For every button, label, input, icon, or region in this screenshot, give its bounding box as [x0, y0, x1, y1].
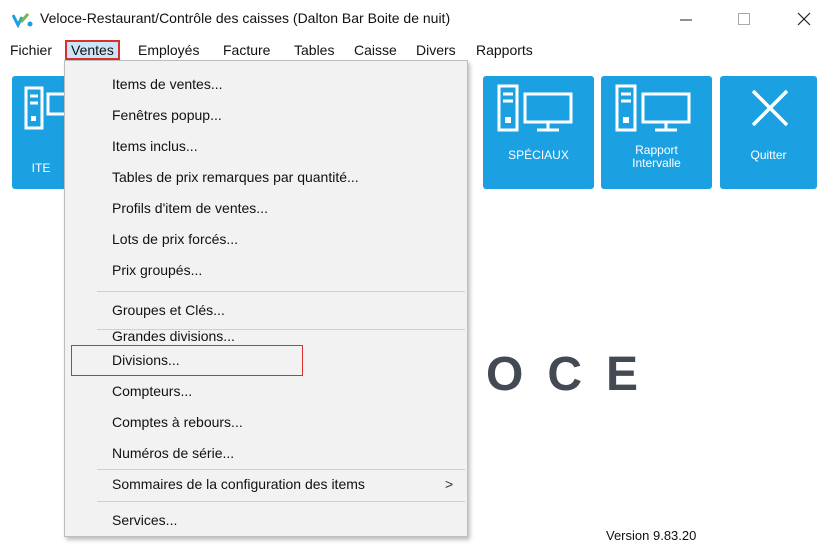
app-logo-icon [12, 13, 33, 28]
menu-item-grandes-divisions[interactable]: Grandes divisions... [65, 314, 467, 344]
menu-separator [97, 501, 465, 502]
menu-item-profils-item[interactable]: Profils d'item de ventes... [65, 193, 467, 223]
close-icon [751, 89, 789, 127]
menu-item-numeros-de-serie[interactable]: Numéros de série... [65, 438, 467, 468]
menu-fichier[interactable]: Fichier [6, 40, 56, 60]
menu-item-sommaires-configuration[interactable]: Sommaires de la configuration des items > [65, 468, 467, 498]
menu-bar: Fichier Ventes Employés Facture Tables C… [0, 38, 817, 62]
title-bar: Veloce-Restaurant/Contrôle des caisses (… [0, 0, 817, 38]
menu-item-label: Prix groupés... [112, 262, 203, 278]
tile-items-label: ITE [31, 161, 51, 175]
maximize-icon [738, 13, 750, 25]
menu-item-label: Compteurs... [112, 383, 193, 399]
menu-item-label: Numéros de série... [112, 445, 235, 461]
menu-item-services[interactable]: Services... [65, 505, 467, 535]
menu-item-label: Profils d'item de ventes... [112, 200, 268, 216]
tile-rapport-label: Rapport Intervalle [601, 144, 712, 170]
window-title: Veloce-Restaurant/Contrôle des caisses (… [40, 10, 451, 26]
menu-item-label: Sommaires de la configuration des items [112, 476, 365, 492]
tile-items[interactable]: ITE [12, 76, 74, 189]
menu-caisse[interactable]: Caisse [350, 40, 401, 60]
menu-item-label: Items de ventes... [112, 76, 223, 92]
tile-quitter[interactable]: Quitter [720, 76, 817, 189]
menu-facture[interactable]: Facture [219, 40, 274, 60]
menu-item-prix-groupes[interactable]: Prix groupés... [65, 255, 467, 285]
version-label: Version 9.83.20 [606, 528, 697, 543]
menu-item-lots-de-prix[interactable]: Lots de prix forcés... [65, 224, 467, 254]
menu-item-items-inclus[interactable]: Items inclus... [65, 131, 467, 161]
close-button[interactable] [784, 6, 817, 32]
tile-quitter-label: Quitter [750, 148, 787, 162]
close-icon [797, 12, 811, 26]
menu-item-label: Tables de prix remarques par quantité... [112, 169, 359, 185]
menu-item-comptes-a-rebours[interactable]: Comptes à rebours... [65, 407, 467, 437]
tile-speciaux[interactable]: SPÉCIAUX [483, 76, 594, 189]
minimize-button[interactable] [666, 6, 706, 32]
menu-item-label: Services... [112, 512, 178, 528]
computer-icon [497, 84, 573, 132]
veloce-logo: OCE [486, 348, 663, 401]
menu-item-compteurs[interactable]: Compteurs... [65, 376, 467, 406]
submenu-arrow-icon: > [445, 476, 454, 492]
tile-rapport-label-line2: Intervalle [632, 156, 681, 170]
menu-separator [97, 291, 465, 292]
menu-item-items-de-ventes[interactable]: Items de ventes... [65, 69, 467, 99]
minimize-icon [680, 19, 692, 21]
menu-item-label: Fenêtres popup... [112, 107, 222, 123]
divisions-highlight-box [71, 345, 303, 376]
maximize-button[interactable] [724, 6, 764, 32]
menu-tables[interactable]: Tables [290, 40, 338, 60]
computer-icon [615, 84, 691, 132]
menu-ventes[interactable]: Ventes [65, 40, 120, 60]
ventes-dropdown-menu: Items de ventes... Fenêtres popup... Ite… [64, 60, 468, 537]
tile-speciaux-label: SPÉCIAUX [508, 148, 569, 162]
menu-item-label: Lots de prix forcés... [112, 231, 239, 247]
menu-item-label: Grandes divisions... [112, 328, 235, 344]
menu-divers[interactable]: Divers [412, 40, 460, 60]
menu-item-fenetres-popup[interactable]: Fenêtres popup... [65, 100, 467, 130]
menu-item-tables-de-prix[interactable]: Tables de prix remarques par quantité... [65, 162, 467, 192]
menu-rapports[interactable]: Rapports [472, 40, 537, 60]
menu-item-label: Items inclus... [112, 138, 198, 154]
menu-employes[interactable]: Employés [134, 40, 203, 60]
tile-rapport-intervalle[interactable]: Rapport Intervalle [601, 76, 712, 189]
menu-item-label: Comptes à rebours... [112, 414, 243, 430]
